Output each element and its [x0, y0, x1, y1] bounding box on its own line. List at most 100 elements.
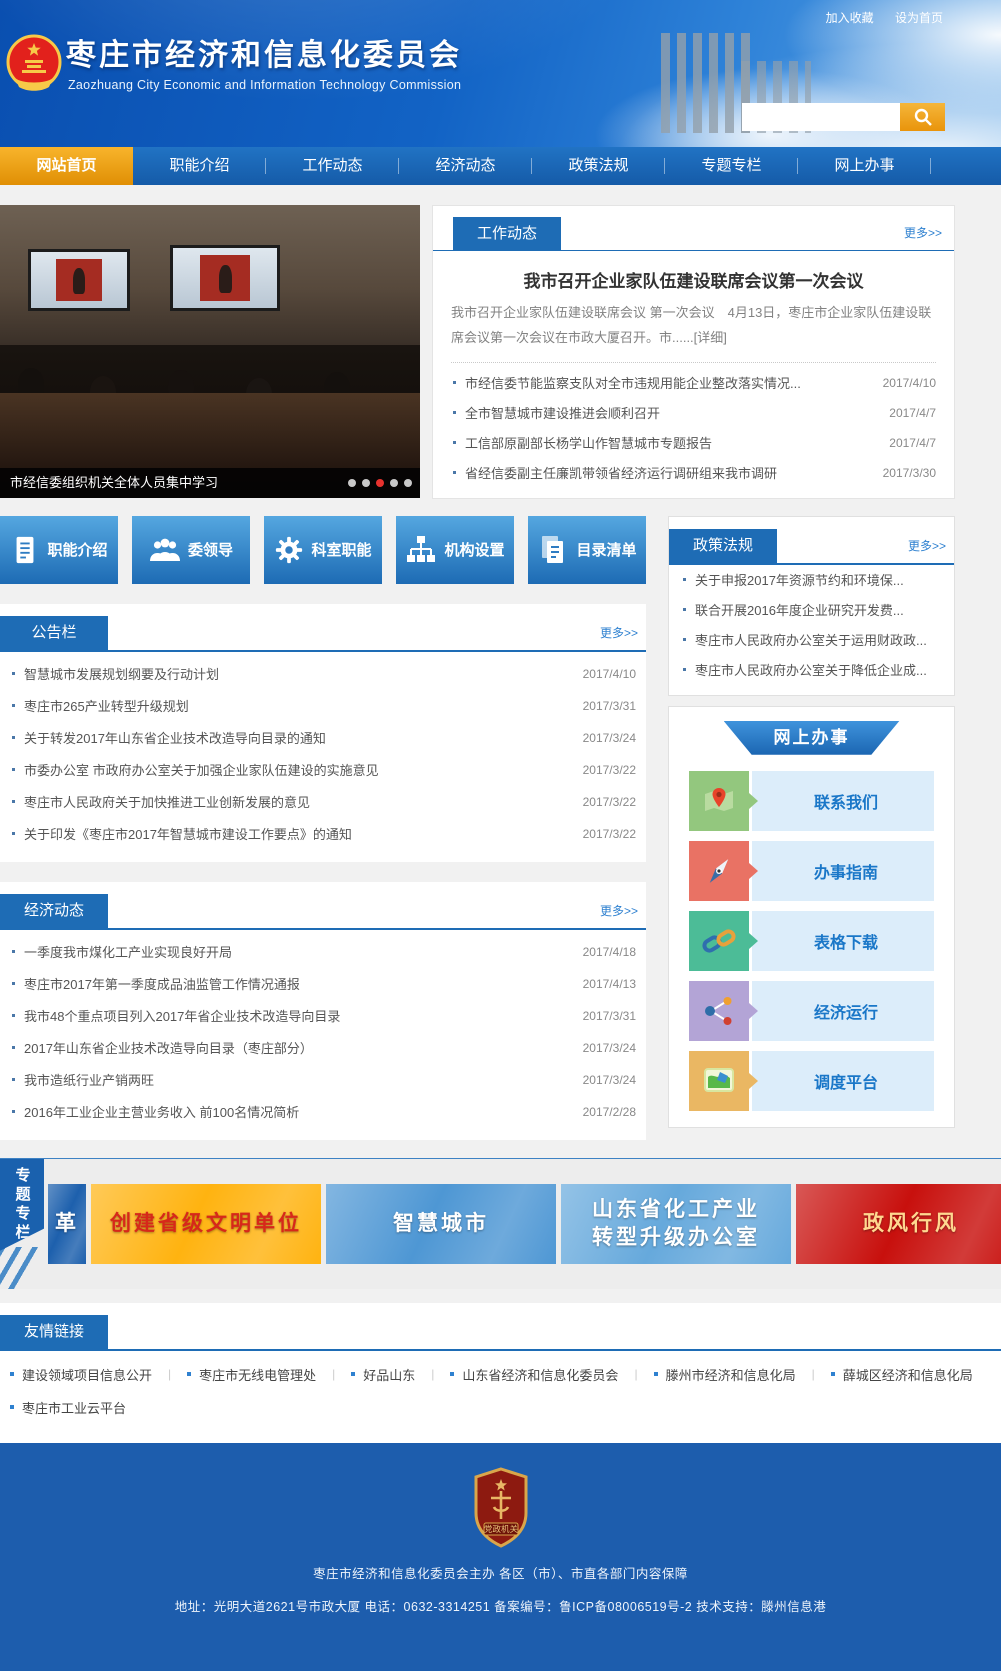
main-content: 市经信委组织机关全体人员集中学习 工作动态 更多>> 我市召开企业家队伍建设联席…: [0, 185, 955, 1140]
bullet-icon: [683, 608, 686, 611]
nav-item-functions[interactable]: 职能介绍: [133, 147, 266, 185]
announcement-title[interactable]: 关于转发2017年山东省企业技术改造导向目录的通知: [24, 728, 573, 747]
policy-item: 联合开展2016年度企业研究开发费...: [681, 595, 942, 625]
announcement-item: 关于转发2017年山东省企业技术改造导向目录的通知 2017/3/24: [10, 722, 636, 754]
carousel-dot[interactable]: [404, 479, 412, 487]
announcement-title[interactable]: 关于印发《枣庄市2017年智慧城市建设工作要点》的通知: [24, 824, 573, 843]
carousel-dot[interactable]: [390, 479, 398, 487]
bullet-icon: [453, 471, 456, 474]
work-news-more-link[interactable]: 更多>>: [904, 224, 942, 241]
announcement-title[interactable]: 枣庄市265产业转型升级规划: [24, 696, 573, 715]
quick-button-departments[interactable]: 科室职能: [264, 516, 382, 584]
friend-link[interactable]: 山东省经济和信息化委员会: [462, 1365, 618, 1384]
carousel[interactable]: 市经信委组织机关全体人员集中学习: [0, 205, 420, 498]
economy-news-title[interactable]: 2016年工业企业主营业务收入 前100名情况简析: [24, 1102, 573, 1121]
document-icon: [10, 534, 40, 566]
economy-news-title[interactable]: 一季度我市煤化工产业实现良好开局: [24, 942, 573, 961]
service-economic-operation[interactable]: 经济运行: [689, 981, 934, 1041]
site-header: 加入收藏 设为首页 枣庄市经济和信息化委员会 Zaozhuang City Ec…: [0, 0, 1001, 147]
share-nodes-icon: [689, 981, 749, 1041]
news-item-title[interactable]: 省经信委副主任廉凯带领省经济运行调研组来我市调研: [465, 463, 873, 482]
search-input[interactable]: [742, 103, 900, 131]
featured-detail-link[interactable]: [详细]: [694, 330, 727, 345]
search-button[interactable]: [900, 103, 945, 131]
news-item-title[interactable]: 工信部原副部长杨学山作智慧城市专题报告: [465, 433, 879, 452]
friend-link-item: 山东省经济和信息化委员会: [450, 1365, 653, 1384]
announcement-title[interactable]: 市委办公室 市政府办公室关于加强企业家队伍建设的实施意见: [24, 760, 573, 779]
news-item-title[interactable]: 市经信委节能监察支队对全市违规用能企业整改落实情况...: [465, 373, 873, 392]
friend-link[interactable]: 薛城区经济和信息化局: [843, 1365, 973, 1384]
special-column-banner[interactable]: 创建省级文明单位: [91, 1184, 321, 1264]
policies-tab: 政策法规: [669, 529, 777, 563]
people-icon: [149, 535, 181, 565]
bullet-icon: [453, 411, 456, 414]
announcement-date: 2017/3/24: [583, 731, 636, 745]
add-favorite-link[interactable]: 加入收藏: [826, 11, 874, 25]
banner-label: 山东省化工产业 转型升级办公室: [592, 1196, 760, 1251]
economy-news-item: 一季度我市煤化工产业实现良好开局 2017/4/18: [10, 936, 636, 968]
bullet-icon: [683, 638, 686, 641]
quick-button-catalog[interactable]: 目录清单: [528, 516, 646, 584]
carousel-dot-active[interactable]: [376, 479, 384, 487]
announcement-title[interactable]: 智慧城市发展规划纲要及行动计划: [24, 664, 573, 683]
economy-news-title[interactable]: 我市48个重点项目列入2017年省企业技术改造导向目录: [24, 1006, 573, 1025]
economy-news-title[interactable]: 枣庄市2017年第一季度成品油监管工作情况通报: [24, 974, 573, 993]
announcement-item: 枣庄市265产业转型升级规划 2017/3/31: [10, 690, 636, 722]
announcement-item: 市委办公室 市政府办公室关于加强企业家队伍建设的实施意见 2017/3/22: [10, 754, 636, 786]
announcements-tab: 公告栏: [0, 616, 108, 650]
special-column-banner[interactable]: 革: [48, 1184, 86, 1264]
nav-item-home[interactable]: 网站首页: [0, 147, 133, 185]
friend-link[interactable]: 建设领域项目信息公开: [22, 1365, 152, 1384]
catalog-icon: [537, 534, 569, 566]
policy-title[interactable]: 关于申报2017年资源节约和环境保...: [695, 570, 942, 589]
carousel-caption-bar: 市经信委组织机关全体人员集中学习: [0, 468, 420, 498]
nav-item-economy-news[interactable]: 经济动态: [399, 147, 532, 185]
nav-item-policies[interactable]: 政策法规: [532, 147, 665, 185]
service-contact-us[interactable]: 联系我们: [689, 771, 934, 831]
service-guide[interactable]: 办事指南: [689, 841, 934, 901]
search-bar: [742, 103, 945, 131]
quick-button-functions[interactable]: 职能介绍: [0, 516, 118, 584]
carousel-dot[interactable]: [348, 479, 356, 487]
announcement-date: 2017/3/22: [583, 827, 636, 841]
bullet-icon: [12, 736, 15, 739]
policy-title[interactable]: 枣庄市人民政府办公室关于降低企业成...: [695, 660, 942, 679]
news-item-date: 2017/3/30: [883, 466, 936, 480]
nav-item-online-services[interactable]: 网上办事: [798, 147, 931, 185]
featured-summary-text: 我市召开企业家队伍建设联席会议 第一次会议 4月13日，枣庄市企业家队伍建设联席…: [451, 305, 931, 345]
quick-button-org-structure[interactable]: 机构设置: [396, 516, 514, 584]
nav-item-special-columns[interactable]: 专题专栏: [665, 147, 798, 185]
bullet-icon: [683, 668, 686, 671]
news-item-title[interactable]: 全市智慧城市建设推进会顺利召开: [465, 403, 879, 422]
set-homepage-link[interactable]: 设为首页: [895, 11, 943, 25]
policies-more-link[interactable]: 更多>>: [908, 537, 946, 554]
carousel-dot[interactable]: [362, 479, 370, 487]
bullet-icon: [10, 1405, 14, 1409]
special-column-banner[interactable]: 政风行风: [796, 1184, 1001, 1264]
announcement-date: 2017/4/10: [583, 667, 636, 681]
special-column-banner[interactable]: 智慧城市: [326, 1184, 556, 1264]
economy-news-more-link[interactable]: 更多>>: [600, 902, 638, 919]
bullet-icon: [187, 1372, 191, 1376]
friend-link[interactable]: 滕州市经济和信息化局: [666, 1365, 796, 1384]
friend-link-item: 建设领域项目信息公开: [10, 1365, 187, 1384]
bullet-icon: [12, 672, 15, 675]
quick-button-leaders[interactable]: 委领导: [132, 516, 250, 584]
party-government-badge-icon[interactable]: 党政机关: [472, 1467, 530, 1549]
economy-news-title[interactable]: 2017年山东省企业技术改造导向目录（枣庄部分）: [24, 1038, 573, 1057]
policy-title[interactable]: 枣庄市人民政府办公室关于运用财政政...: [695, 630, 942, 649]
quick-button-label: 目录清单: [576, 539, 636, 560]
economy-news-title[interactable]: 我市造纸行业产销两旺: [24, 1070, 573, 1089]
friend-link[interactable]: 好品山东: [363, 1365, 415, 1384]
nav-item-work-news[interactable]: 工作动态: [266, 147, 399, 185]
announcements-more-link[interactable]: 更多>>: [600, 624, 638, 641]
service-form-download[interactable]: 表格下载: [689, 911, 934, 971]
special-column-banner[interactable]: 山东省化工产业 转型升级办公室: [561, 1184, 791, 1264]
friend-link[interactable]: 枣庄市无线电管理处: [199, 1365, 316, 1384]
friend-link[interactable]: 枣庄市工业云平台: [22, 1398, 126, 1417]
featured-article-title[interactable]: 我市召开企业家队伍建设联席会议第一次会议: [451, 267, 936, 292]
policy-title[interactable]: 联合开展2016年度企业研究开发费...: [695, 600, 942, 619]
bullet-icon: [10, 1372, 14, 1376]
service-dispatch-platform[interactable]: 调度平台: [689, 1051, 934, 1111]
announcement-title[interactable]: 枣庄市人民政府关于加快推进工业创新发展的意见: [24, 792, 573, 811]
